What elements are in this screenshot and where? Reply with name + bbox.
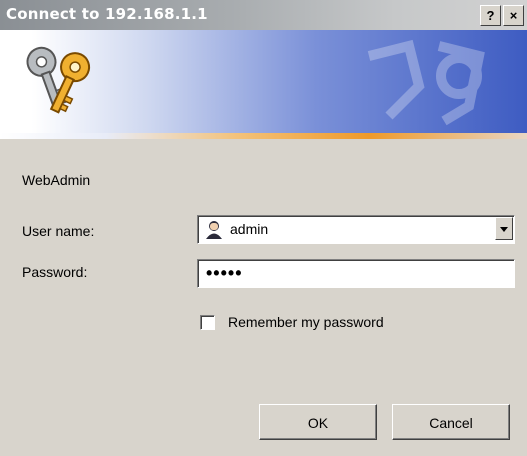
window-title: Connect to 192.168.1.1: [6, 5, 208, 23]
remember-password-label[interactable]: Remember my password: [228, 314, 384, 330]
realm-label: WebAdmin: [22, 172, 91, 188]
ok-button[interactable]: OK: [259, 404, 377, 440]
banner-watermark: [367, 39, 485, 126]
password-value: •••••: [206, 263, 243, 283]
username-combobox[interactable]: admin: [197, 215, 515, 244]
cancel-button[interactable]: Cancel: [392, 404, 510, 440]
username-dropdown-button[interactable]: [495, 217, 513, 240]
keys-icon: [26, 46, 91, 114]
dropdown-arrow-icon: [500, 227, 508, 232]
header-banner: [0, 30, 527, 133]
close-button[interactable]: ×: [503, 5, 524, 26]
password-label: Password:: [22, 264, 88, 280]
remember-password-checkbox[interactable]: [200, 315, 215, 330]
login-dialog: Connect to 192.168.1.1 ? × WebAdmin User…: [0, 0, 527, 456]
help-button[interactable]: ?: [480, 5, 501, 26]
banner-accent-stripe: [0, 133, 527, 139]
password-field[interactable]: •••••: [197, 259, 515, 288]
user-icon: [206, 221, 222, 239]
username-value: admin: [230, 221, 269, 237]
username-label: User name:: [22, 223, 95, 239]
title-bar: Connect to 192.168.1.1 ? ×: [0, 0, 527, 30]
